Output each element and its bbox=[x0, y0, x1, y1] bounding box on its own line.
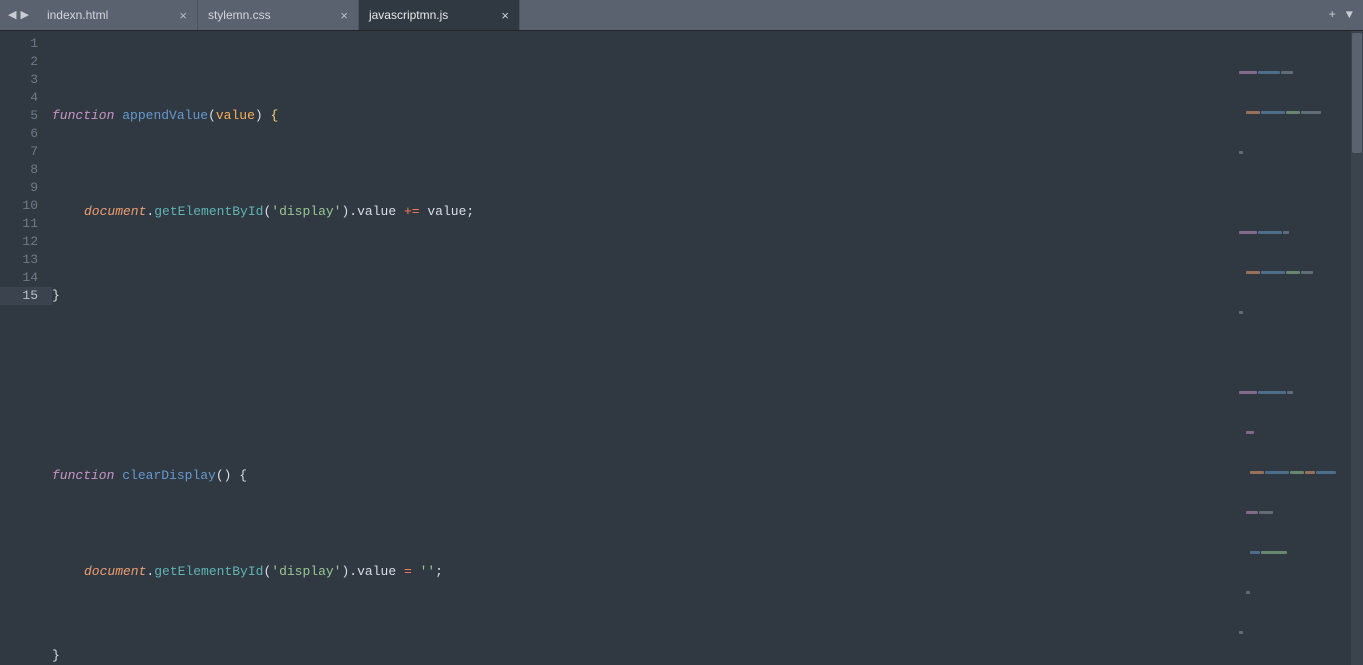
line-number: 3 bbox=[0, 71, 52, 89]
code-line: function clearDisplay() { bbox=[52, 467, 1363, 485]
object-token: document bbox=[84, 204, 146, 219]
tab-nav-arrows: ◀ ▶ bbox=[0, 0, 37, 30]
space-token bbox=[412, 564, 420, 579]
keyword-token: function bbox=[52, 468, 114, 483]
code-line: document.getElementById('display').value… bbox=[52, 197, 1363, 215]
param-token: value bbox=[216, 108, 255, 123]
line-number: 6 bbox=[0, 125, 52, 143]
tab-label: indexn.html bbox=[47, 8, 169, 22]
line-number: 12 bbox=[0, 233, 52, 251]
code-line: } bbox=[52, 287, 1363, 305]
code-line: } bbox=[52, 647, 1363, 665]
punct-token: ( bbox=[216, 468, 224, 483]
code-line bbox=[52, 377, 1363, 395]
code-line: document.getElementById('display').value… bbox=[52, 557, 1363, 575]
line-number: 1 bbox=[0, 35, 52, 53]
tabbar-right-controls: + ▼ bbox=[1319, 0, 1363, 30]
property-token: value bbox=[357, 564, 396, 579]
line-number: 14 bbox=[0, 269, 52, 287]
space-token bbox=[396, 564, 404, 579]
tab-label: stylemn.css bbox=[208, 8, 330, 22]
tab-indexn-html[interactable]: indexn.html × bbox=[37, 0, 198, 30]
function-name-token: appendValue bbox=[122, 108, 208, 123]
line-number: 15 bbox=[0, 287, 52, 305]
method-token: getElementById bbox=[154, 564, 263, 579]
tab-nav-prev-icon[interactable]: ◀ bbox=[8, 8, 16, 22]
line-number: 13 bbox=[0, 251, 52, 269]
operator-token: += bbox=[404, 204, 420, 219]
close-icon[interactable]: × bbox=[179, 9, 187, 22]
property-token: value bbox=[357, 204, 396, 219]
line-number: 2 bbox=[0, 53, 52, 71]
keyword-token: function bbox=[52, 108, 114, 123]
punct-token: . bbox=[349, 564, 357, 579]
tabbar-spacer bbox=[520, 0, 1319, 30]
line-number: 10 bbox=[0, 197, 52, 215]
line-number: 11 bbox=[0, 215, 52, 233]
line-number: 8 bbox=[0, 161, 52, 179]
brace-token: { bbox=[239, 468, 247, 483]
tab-nav-next-icon[interactable]: ▶ bbox=[20, 8, 28, 22]
close-icon[interactable]: × bbox=[501, 9, 509, 22]
space-token bbox=[263, 108, 271, 123]
minimap[interactable] bbox=[1239, 35, 1349, 95]
punct-token: . bbox=[349, 204, 357, 219]
brace-token: } bbox=[52, 648, 60, 663]
method-token: getElementById bbox=[154, 204, 263, 219]
tab-bar: ◀ ▶ indexn.html × stylemn.css × javascri… bbox=[0, 0, 1363, 31]
tab-menu-icon[interactable]: ▼ bbox=[1346, 8, 1353, 22]
new-tab-icon[interactable]: + bbox=[1329, 8, 1336, 22]
line-number: 5 bbox=[0, 107, 52, 125]
editor[interactable]: 1 2 3 4 5 6 7 8 9 10 11 12 13 14 15 func… bbox=[0, 31, 1363, 665]
code-content[interactable]: function appendValue(value) { document.g… bbox=[52, 31, 1363, 665]
brace-token: } bbox=[52, 288, 60, 303]
identifier-token: value bbox=[427, 204, 466, 219]
string-token: '' bbox=[420, 564, 436, 579]
operator-token: = bbox=[404, 564, 412, 579]
brace-token: { bbox=[271, 108, 279, 123]
punct-token: ( bbox=[208, 108, 216, 123]
line-number: 7 bbox=[0, 143, 52, 161]
function-name-token: clearDisplay bbox=[122, 468, 216, 483]
close-icon[interactable]: × bbox=[340, 9, 348, 22]
line-number-gutter: 1 2 3 4 5 6 7 8 9 10 11 12 13 14 15 bbox=[0, 31, 52, 665]
line-number: 4 bbox=[0, 89, 52, 107]
tab-label: javascriptmn.js bbox=[369, 8, 491, 22]
punct-token: ; bbox=[435, 564, 443, 579]
scrollbar-thumb[interactable] bbox=[1352, 33, 1362, 153]
string-token: 'display' bbox=[271, 204, 341, 219]
punct-token: ; bbox=[466, 204, 474, 219]
tab-stylemn-css[interactable]: stylemn.css × bbox=[198, 0, 359, 30]
tab-javascriptmn-js[interactable]: javascriptmn.js × bbox=[359, 0, 520, 30]
object-token: document bbox=[84, 564, 146, 579]
string-token: 'display' bbox=[271, 564, 341, 579]
line-number: 9 bbox=[0, 179, 52, 197]
vertical-scrollbar[interactable] bbox=[1351, 31, 1363, 665]
punct-token: ) bbox=[255, 108, 263, 123]
space-token bbox=[396, 204, 404, 219]
code-line: function appendValue(value) { bbox=[52, 107, 1363, 125]
